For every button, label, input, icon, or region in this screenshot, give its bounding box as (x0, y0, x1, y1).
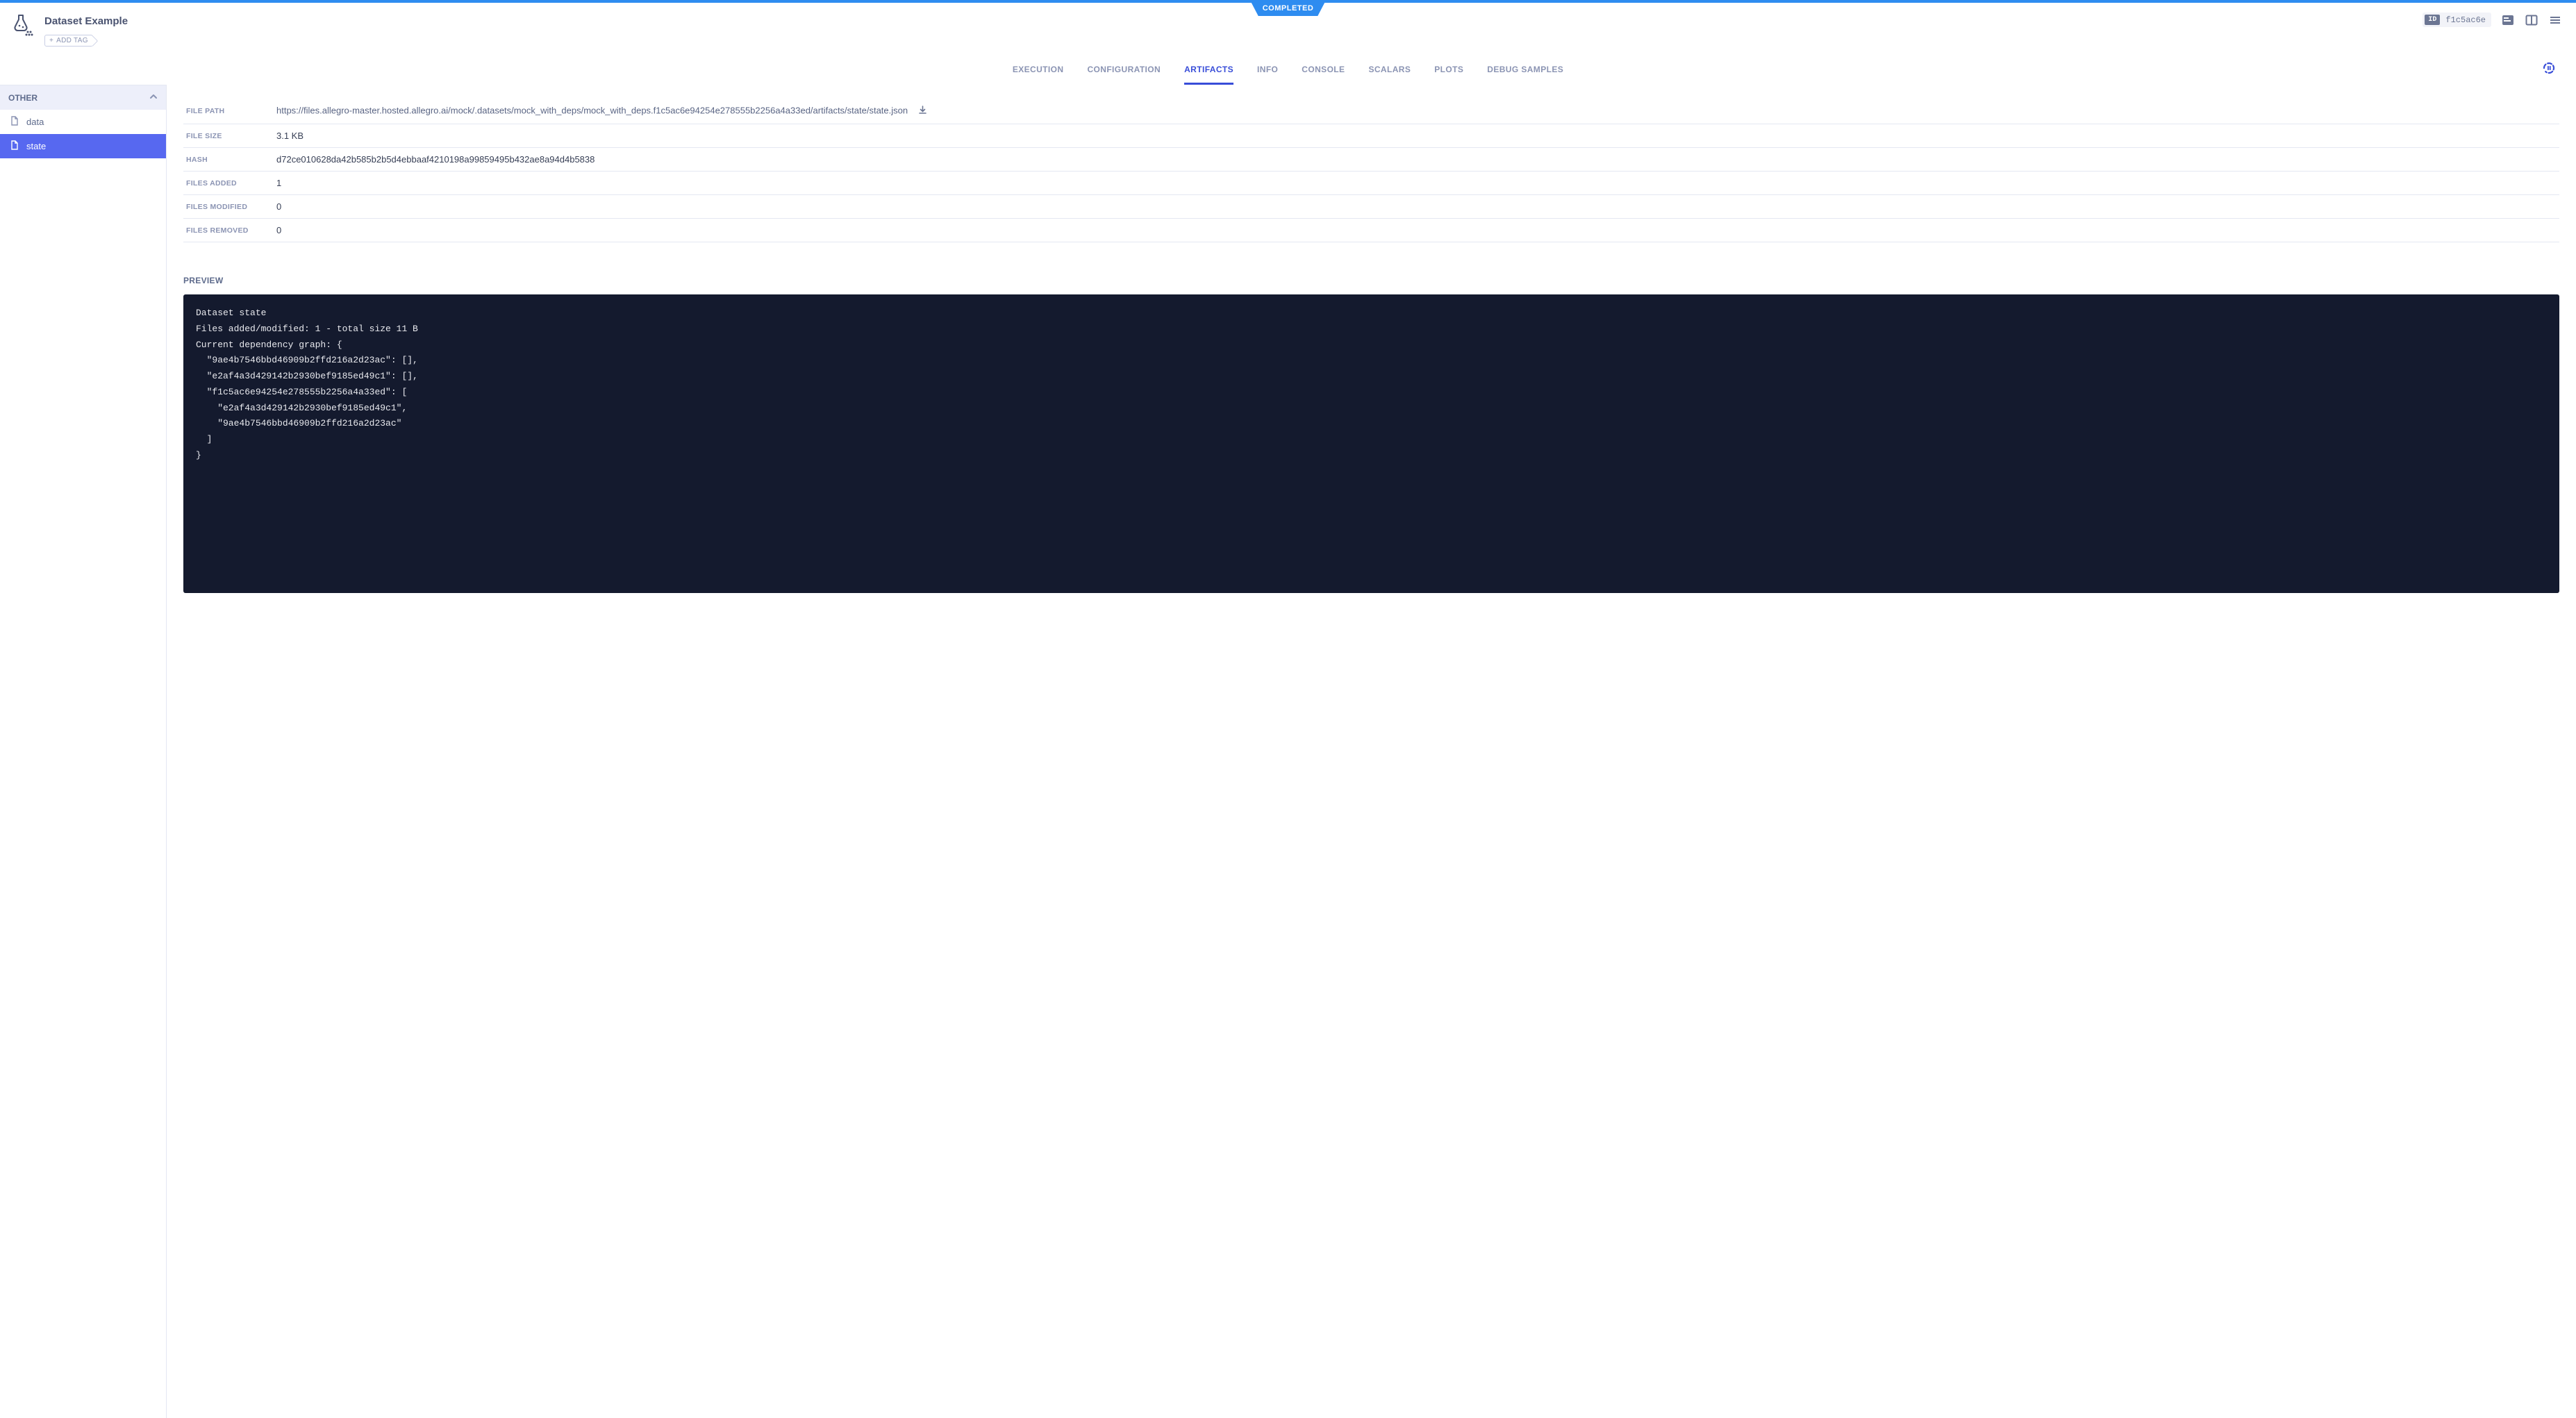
add-tag-button[interactable]: + ADD TAG (44, 35, 93, 47)
sidebar-item-label: state (26, 141, 46, 151)
split-view-icon[interactable] (2525, 13, 2538, 27)
id-badge[interactable]: ID f1c5ac6e (2423, 12, 2491, 27)
row-file-size: FILE SIZE 3.1 KB (183, 124, 2559, 148)
tab-configuration[interactable]: CONFIGURATION (1087, 65, 1161, 85)
chevron-up-icon (149, 92, 158, 103)
sidebar-item-state[interactable]: state (0, 134, 166, 158)
status-badge: COMPLETED (1250, 0, 1327, 16)
row-file-path: FILE PATH https://files.allegro-master.h… (183, 99, 2559, 124)
row-hash: HASH d72ce010628da42b585b2b5d4ebbaaf4210… (183, 148, 2559, 172)
sidebar-item-data[interactable]: data (0, 110, 166, 134)
refresh-icon[interactable] (2541, 60, 2557, 78)
file-icon (10, 116, 19, 128)
artifact-sidebar: OTHER data state (0, 85, 167, 1418)
meta-label: FILES REMOVED (183, 219, 274, 242)
tab-console[interactable]: CONSOLE (1302, 65, 1345, 85)
download-icon[interactable] (917, 107, 928, 117)
preview-heading: PREVIEW (183, 276, 2559, 285)
file-path-value: https://files.allegro-master.hosted.alle… (276, 105, 908, 115)
hash-value: d72ce010628da42b585b2b5d4ebbaaf4210198a9… (274, 148, 2559, 172)
meta-label: FILES ADDED (183, 172, 274, 195)
status-bar: COMPLETED (0, 0, 2576, 3)
artifact-detail: FILE PATH https://files.allegro-master.h… (167, 85, 2576, 1418)
meta-label: HASH (183, 148, 274, 172)
row-files-added: FILES ADDED 1 (183, 172, 2559, 195)
plus-icon: + (49, 37, 53, 44)
add-tag-label: ADD TAG (56, 37, 88, 44)
preview-content: Dataset state Files added/modified: 1 - … (183, 294, 2559, 593)
id-label: ID (2425, 15, 2440, 25)
tab-plots[interactable]: PLOTS (1434, 65, 1463, 85)
row-files-removed: FILES REMOVED 0 (183, 219, 2559, 242)
sidebar-item-label: data (26, 117, 44, 127)
tab-debug-samples[interactable]: DEBUG SAMPLES (1487, 65, 1563, 85)
id-value: f1c5ac6e (2445, 15, 2486, 25)
tab-execution[interactable]: EXECUTION (1013, 65, 1064, 85)
files-added-value: 1 (274, 172, 2559, 195)
meta-label: FILE PATH (183, 99, 274, 124)
file-icon (10, 140, 19, 152)
tab-strip: EXECUTION CONFIGURATION ARTIFACTS INFO C… (0, 47, 2576, 85)
sidebar-section-other[interactable]: OTHER (0, 85, 166, 110)
tab-artifacts[interactable]: ARTIFACTS (1184, 65, 1233, 85)
meta-label: FILE SIZE (183, 124, 274, 148)
menu-icon[interactable] (2548, 13, 2562, 27)
file-size-value: 3.1 KB (274, 124, 2559, 148)
artifact-meta-table: FILE PATH https://files.allegro-master.h… (183, 99, 2559, 242)
experiment-logo-icon (10, 12, 33, 36)
page-title: Dataset Example (44, 15, 2411, 27)
tab-info[interactable]: INFO (1257, 65, 1278, 85)
meta-label: FILES MODIFIED (183, 195, 274, 219)
view-details-icon[interactable] (2501, 13, 2515, 27)
tab-scalars[interactable]: SCALARS (1368, 65, 1411, 85)
files-modified-value: 0 (274, 195, 2559, 219)
row-files-modified: FILES MODIFIED 0 (183, 195, 2559, 219)
sidebar-section-label: OTHER (8, 93, 38, 103)
files-removed-value: 0 (274, 219, 2559, 242)
